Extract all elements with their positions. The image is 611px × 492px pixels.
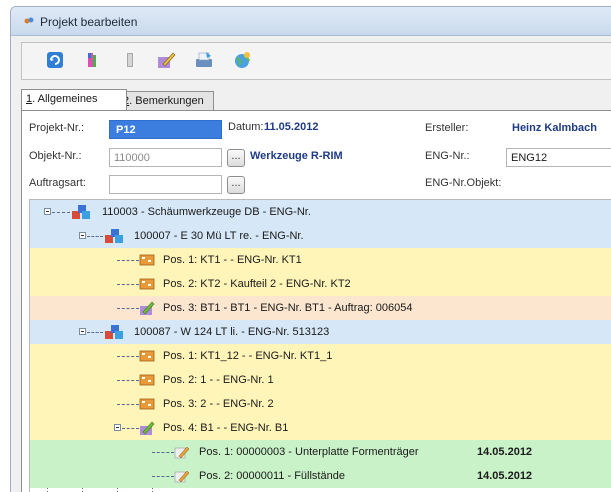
auftragsart-lookup-button[interactable]: ... — [227, 176, 245, 194]
tree-row-text: Pos. 2: KT2 - Kaufteil 2 - ENG-Nr. KT2 — [163, 278, 351, 290]
project-edit-window: Projekt bearbeiten 1. Allgemeines . Beme… — [10, 6, 611, 492]
assembly-icon — [140, 301, 155, 315]
tree-row-position[interactable]: Pos. 1: KT1_12 - - ENG-Nr. KT1_1 — [30, 344, 611, 368]
part-icon — [139, 254, 155, 266]
tree-row-position[interactable]: Pos. 1: KT1 - - ENG-Nr. KT1 — [30, 248, 611, 272]
tree-connector — [52, 212, 70, 213]
toolbar — [21, 42, 611, 80]
collapse-toggle[interactable] — [79, 328, 86, 335]
tree-row-text: 110003 - Schäumwerkzeuge DB - ENG-Nr. — [102, 206, 311, 218]
part-icon — [139, 278, 155, 290]
part-icon — [139, 374, 155, 386]
tree-connector — [117, 308, 139, 309]
app-icon — [24, 17, 34, 24]
print-icon[interactable] — [193, 49, 215, 71]
tree-connector — [117, 380, 139, 381]
tree-connector — [117, 284, 139, 285]
objekt-label: Objekt-Nr.: — [29, 150, 82, 162]
object-cubes-icon — [105, 229, 123, 243]
tree-row-text: Pos. 1: KT1_12 - - ENG-Nr. KT1_1 — [163, 350, 333, 362]
tree-connector — [117, 356, 139, 357]
part-icon — [139, 350, 155, 362]
objekt-input[interactable]: 110000 — [109, 148, 222, 167]
tree-connector — [87, 236, 103, 237]
color-icon[interactable] — [81, 49, 103, 71]
edit-icon[interactable] — [155, 49, 177, 71]
tree-row-position[interactable]: Pos. 3: BT1 - BT1 - ENG-Nr. BT1 - Auftra… — [30, 296, 611, 320]
datum-value: 11.05.2012 — [264, 121, 319, 133]
tree-row-date: 14.05.2012 — [477, 470, 533, 482]
projekt-label: Projekt-Nr.: — [29, 122, 85, 134]
assembly-icon — [140, 421, 155, 435]
datum-label: Datum: — [228, 121, 264, 133]
tree-connector — [122, 428, 139, 429]
project-tree[interactable]: 110003 - Schäumwerkzeuge DB - ENG-Nr. 10… — [29, 199, 611, 492]
eng-input[interactable]: ENG12 — [506, 148, 611, 167]
tree-row-text: Pos. 2: 1 - - ENG-Nr. 1 — [163, 374, 274, 386]
tab-allgemeines[interactable]: 1. Allgemeines — [21, 89, 127, 110]
globe-icon[interactable] — [231, 49, 253, 71]
tree-connector — [87, 332, 103, 333]
tree-connector — [117, 404, 139, 405]
collapse-toggle[interactable] — [114, 424, 121, 431]
ersteller-value: Heinz Kalmbach — [512, 122, 597, 134]
ersteller-label: Ersteller: — [425, 122, 469, 134]
tree-row-position[interactable]: Pos. 2: 1 - - ENG-Nr. 1 — [30, 368, 611, 392]
tree-row-text: Pos. 4: B1 - - ENG-Nr. B1 — [163, 422, 289, 434]
refresh-icon[interactable] — [44, 49, 66, 71]
window-title: Projekt bearbeiten — [40, 15, 138, 29]
tree-row-text: Pos. 3: 2 - - ENG-Nr. 2 — [163, 398, 274, 410]
projekt-input[interactable]: P12 — [109, 120, 222, 139]
object-cubes-icon — [72, 205, 90, 219]
tab-bemerkungen-label: . Bemerkungen — [129, 95, 204, 107]
tab-allgemeines-label: . Allgemeines — [32, 93, 98, 105]
document-edit-icon — [174, 446, 190, 459]
tree-row-subposition[interactable]: Pos. 1: 00000003 - Unterplatte Formenträ… — [30, 440, 611, 464]
tree-row-text: Pos. 1: KT1 - - ENG-Nr. KT1 — [163, 254, 302, 266]
collapse-toggle[interactable] — [79, 232, 86, 239]
part-icon — [139, 398, 155, 410]
tree-row-text: Pos. 3: BT1 - BT1 - ENG-Nr. BT1 - Auftra… — [163, 302, 413, 314]
tree-row-text: 100087 - W 124 LT li. - ENG-Nr. 513123 — [134, 326, 330, 338]
tree-row-text: Pos. 1: 00000003 - Unterplatte Formenträ… — [199, 446, 419, 458]
tree-connector — [117, 260, 139, 261]
tree-row-object[interactable]: 110003 - Schäumwerkzeuge DB - ENG-Nr. — [30, 200, 611, 224]
tab-bemerkungen[interactable]: 2. Bemerkungen — [118, 91, 214, 110]
general-panel: Projekt-Nr.: P12 Datum: 11.05.2012 Erste… — [21, 110, 611, 492]
bookmark-icon[interactable] — [119, 49, 141, 71]
tree-row-date: 14.05.2012 — [477, 446, 533, 458]
tree-row-object[interactable]: 100087 - W 124 LT li. - ENG-Nr. 513123 — [30, 320, 611, 344]
eng-objekt-label: ENG-Nr.Objekt: — [425, 177, 502, 189]
objekt-name: Werkzeuge R-RIM — [250, 150, 343, 162]
tree-connector — [152, 452, 174, 453]
eng-label: ENG-Nr.: — [425, 150, 470, 162]
objekt-lookup-button[interactable]: ... — [227, 149, 245, 167]
auftragsart-label: Auftragsart: — [29, 177, 86, 189]
tree-row-object[interactable]: 100007 - E 30 Mü LT re. - ENG-Nr. — [30, 224, 611, 248]
tree-row-subposition[interactable]: Pos. 2: 00000011 - Füllstände 14.05.2012 — [30, 464, 611, 488]
tree-row-position[interactable]: Pos. 3: 2 - - ENG-Nr. 2 — [30, 392, 611, 416]
tree-row-text: 100007 - E 30 Mü LT re. - ENG-Nr. — [134, 230, 304, 242]
tree-row-position[interactable]: Pos. 2: KT2 - Kaufteil 2 - ENG-Nr. KT2 — [30, 272, 611, 296]
title-bar: Projekt bearbeiten — [11, 7, 611, 36]
tree-row-text: Pos. 2: 00000011 - Füllstände — [199, 470, 345, 482]
collapse-toggle[interactable] — [44, 208, 51, 215]
tree-connector — [152, 476, 174, 477]
tree-row-position[interactable]: Pos. 4: B1 - - ENG-Nr. B1 — [30, 416, 611, 440]
document-edit-icon — [174, 470, 190, 483]
auftragsart-input[interactable] — [109, 175, 222, 194]
object-cubes-icon — [105, 325, 123, 339]
